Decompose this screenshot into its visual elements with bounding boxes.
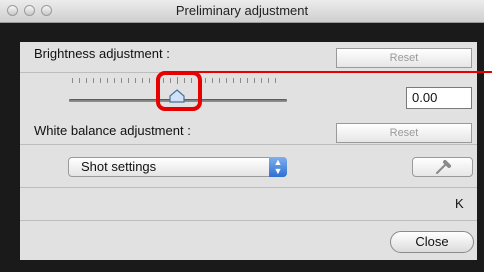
annotation-highlight xyxy=(156,71,202,111)
white-balance-unit: K xyxy=(455,196,464,211)
eyedropper-button[interactable] xyxy=(412,157,473,177)
window-title: Preliminary adjustment xyxy=(175,3,309,18)
brightness-value-input[interactable]: 0.00 xyxy=(406,87,472,109)
dialog-window: Preliminary adjustment Brightness adjust… xyxy=(0,0,484,272)
white-balance-reset-button[interactable]: Reset xyxy=(336,123,472,143)
close-button[interactable]: Close xyxy=(390,231,474,253)
adjustment-panel xyxy=(20,42,477,260)
eyedropper-icon xyxy=(436,160,451,174)
title-bar[interactable]: Preliminary adjustment xyxy=(0,0,484,23)
divider xyxy=(20,220,477,221)
white-balance-label: White balance adjustment : xyxy=(34,123,191,138)
white-balance-select[interactable]: Shot settings ▲ ▼ xyxy=(68,157,287,177)
brightness-reset-button[interactable]: Reset xyxy=(336,48,472,68)
divider xyxy=(20,144,477,145)
annotation-callout-line xyxy=(193,71,492,73)
white-balance-select-value: Shot settings xyxy=(81,159,157,174)
divider xyxy=(20,187,477,188)
chevron-up-down-icon: ▲ ▼ xyxy=(269,157,287,177)
brightness-label: Brightness adjustment : xyxy=(34,46,170,61)
